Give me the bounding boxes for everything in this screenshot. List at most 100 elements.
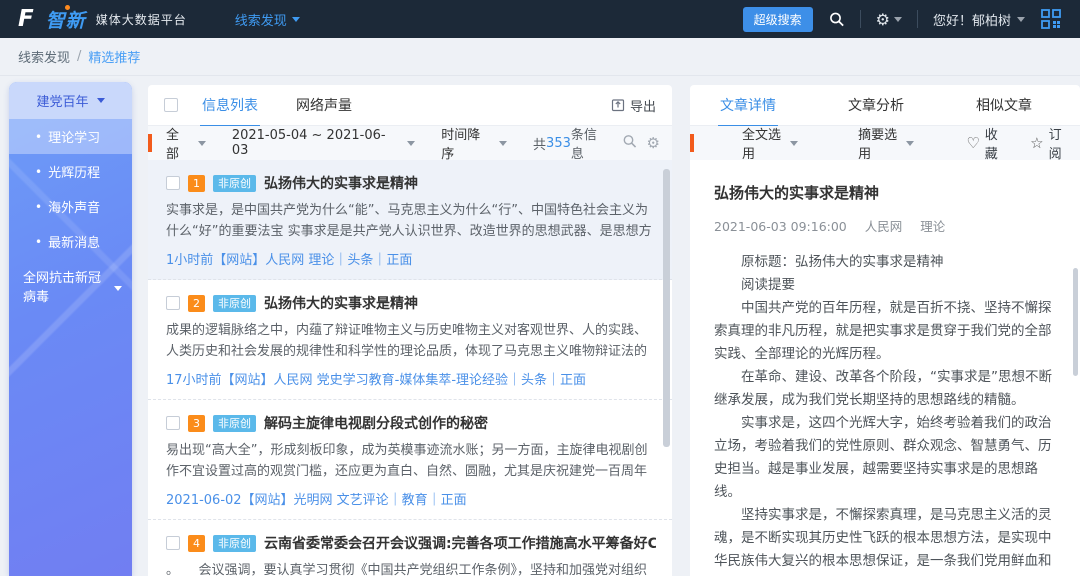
item-checkbox[interactable] [166,536,180,550]
article-source: 人民网 [865,219,903,234]
article-content: 弘扬伟大的实事求是精神 2021-06-03 09:16:00 人民网 理论 原… [690,182,1080,576]
heart-outline-icon [966,134,979,152]
item-title[interactable]: 云南省委常委会召开会议强调:完善各项工作措施高水平筹备好COP15 [264,533,656,553]
item-title[interactable]: 弘扬伟大的实事求是精神 [264,293,418,313]
list-scrollbar[interactable] [663,169,670,447]
item-summary: 成果的逻辑脉络之中，内蕴了辩证唯物主义与历史唯物主义对客观世界、人的实践、人类历… [166,320,656,362]
list-item[interactable]: 1 非原创 弘扬伟大的实事求是精神 实事求是，是中国共产党为什么“能”、马克思主… [148,160,672,280]
item-checkbox[interactable] [166,416,180,430]
platform-title: 媒体大数据平台 [96,11,187,28]
list-panel: 信息列表 网络声量 导出 全部 2021-05-04 ~ 2021-06-03 … [148,85,672,576]
rank-badge: 2 [188,295,205,312]
sidebar-item-label: 最新消息 [48,232,100,251]
chevron-down-icon [1017,17,1025,22]
sidebar-item-label: 光辉历程 [48,162,100,181]
detail-tab-row: 文章详情 文章分析 相似文章 [690,85,1080,126]
select-all-checkbox[interactable] [164,98,178,112]
article-paragraph: 阅读提要 [714,274,1054,297]
article-paragraph: 实事求是，这四个光辉大字，始终考验着我们的政治立场，考验着我们的党性原则、群众观… [714,412,1054,504]
tab-article-analysis[interactable]: 文章分析 [846,85,906,127]
article-body: 原标题：弘扬伟大的实事求是精神 阅读提要 中国共产党的百年历程，就是百折不挠、坚… [714,251,1054,576]
settings-menu[interactable] [876,10,902,29]
item-head: 4 非原创 云南省委常委会召开会议强调:完善各项工作措施高水平筹备好COP15 [166,533,656,553]
breadcrumb: 线索发现 / 精选推荐 [0,38,1080,76]
item-meta: 1小时前【网站】人民网 理论｜头条｜正面 [166,249,656,268]
item-summary: 实事求是，是中国共产党为什么“能”、马克思主义为什么“行”、中国特色社会主义为什… [166,200,656,242]
count-prefix: 共 [533,134,546,153]
rank-badge: 1 [188,175,205,192]
chevron-down-icon [906,141,914,146]
detail-scrollbar[interactable] [1073,268,1078,376]
tab-info-list[interactable]: 信息列表 [200,85,260,127]
result-count: 共 353 条信息 [533,124,610,162]
full-text-select-label: 全文选用 [742,124,784,162]
item-head: 2 非原创 弘扬伟大的实事求是精神 [166,293,656,313]
sidebar-item-theory-study[interactable]: • 理论学习 [9,119,132,154]
breadcrumb-root[interactable]: 线索发现 [18,47,70,66]
bullet-icon: • [35,130,42,144]
abstract-select-dropdown[interactable]: 摘要选用 [858,124,914,162]
user-menu[interactable]: 您好！郁柏树 [933,10,1025,29]
abstract-select-label: 摘要选用 [858,124,900,162]
article-paragraph: 中国共产党的百年历程，就是百折不挠、坚持不懈探索真理的非凡历程，就是把实事求是贯… [714,297,1054,366]
super-search-button[interactable]: 超级搜索 [743,7,813,32]
list-search-icon[interactable] [622,134,637,153]
item-title[interactable]: 解码主旋律电视剧分段式创作的秘密 [264,413,488,433]
origin-badge: 非原创 [213,175,256,192]
item-meta: 17小时前【网站】人民网 党史学习教育-媒体集萃-理论经验｜头条｜正面 [166,369,656,388]
list-tab-row: 信息列表 网络声量 导出 [148,85,672,126]
chevron-down-icon [198,141,206,146]
subscribe-button[interactable]: 订阅 [1030,124,1068,162]
info-list: 1 非原创 弘扬伟大的实事求是精神 实事求是，是中国共产党为什么“能”、马克思主… [148,160,672,576]
origin-badge: 非原创 [213,535,256,552]
chevron-down-icon [790,141,798,146]
origin-badge: 非原创 [213,415,256,432]
item-checkbox[interactable] [166,176,180,190]
sidebar-group-label: 建党百年 [36,91,88,110]
item-checkbox[interactable] [166,296,180,310]
list-item[interactable]: 2 非原创 弘扬伟大的实事求是精神 成果的逻辑脉络之中，内蕴了辩证唯物主义与历史… [148,280,672,400]
chevron-down-icon [499,141,507,146]
search-icon[interactable] [828,11,845,28]
item-head: 1 非原创 弘扬伟大的实事求是精神 [166,173,656,193]
bullet-icon: • [35,200,42,214]
qr-code-icon[interactable] [1040,8,1062,30]
date-range-dropdown[interactable]: 2021-05-04 ~ 2021-06-03 [232,128,415,158]
detail-toolbar: 全文选用 摘要选用 收藏 订阅 [690,126,1080,160]
article-datetime: 2021-06-03 09:16:00 [714,219,847,234]
nav-item-clue-discovery[interactable]: 线索发现 [235,10,300,29]
list-item[interactable]: 4 非原创 云南省委常委会召开会议强调:完善各项工作措施高水平筹备好COP15 … [148,520,672,576]
tab-network-volume[interactable]: 网络声量 [294,85,354,127]
top-bar-right: 超级搜索 您好！郁柏树 [743,7,1062,32]
list-item[interactable]: 3 非原创 解码主旋律电视剧分段式创作的秘密 易出现“高大全”，形成刻板印象，成… [148,400,672,520]
scope-filter-label: 全部 [166,124,192,162]
article-title: 弘扬伟大的实事求是精神 [714,182,1054,203]
sidebar-group-party-centenary[interactable]: 建党百年 [9,82,132,119]
count-suffix: 条信息 [571,124,610,162]
article-paragraph: 原标题：弘扬伟大的实事求是精神 [714,251,1054,274]
item-summary: 。 会议强调，要认真学习贯彻《中国共产党组织工作条例》，坚持和加强党对组织工作的… [166,560,656,576]
list-settings-icon[interactable] [647,134,660,152]
top-bar: F 智新 媒体大数据平台 线索发现 超级搜索 您好！郁柏树 [0,0,1080,38]
bullet-icon: • [35,235,42,249]
favorite-button[interactable]: 收藏 [966,124,1004,162]
sidebar-item-glorious-course[interactable]: • 光辉历程 [9,154,132,189]
tab-similar-articles[interactable]: 相似文章 [974,85,1034,127]
accent-bar [690,134,694,152]
item-meta: 2021-06-02【网站】光明网 文艺评论｜教育｜正面 [166,489,656,508]
scope-filter-dropdown[interactable]: 全部 [166,124,206,162]
tab-article-detail[interactable]: 文章详情 [718,85,778,127]
sort-dropdown[interactable]: 时间降序 [441,124,507,162]
user-greeting: 您好！郁柏树 [933,10,1011,29]
count-number: 353 [546,136,571,151]
item-title[interactable]: 弘扬伟大的实事求是精神 [264,173,418,193]
article-paragraph: 坚持实事求是，不懈探索真理，是马克思主义活的灵魂，是不断实现其历史性飞跃的根本思… [714,504,1054,576]
sidebar-item-overseas-voice[interactable]: • 海外声音 [9,189,132,224]
export-button[interactable]: 导出 [611,96,656,115]
sidebar-group-covid[interactable]: 全网抗击新冠病毒 [9,259,132,317]
sidebar-item-latest-news[interactable]: • 最新消息 [9,224,132,259]
full-text-select-dropdown[interactable]: 全文选用 [742,124,798,162]
item-head: 3 非原创 解码主旋律电视剧分段式创作的秘密 [166,413,656,433]
brand-logo: 智新 [46,6,86,33]
divider [860,10,861,28]
